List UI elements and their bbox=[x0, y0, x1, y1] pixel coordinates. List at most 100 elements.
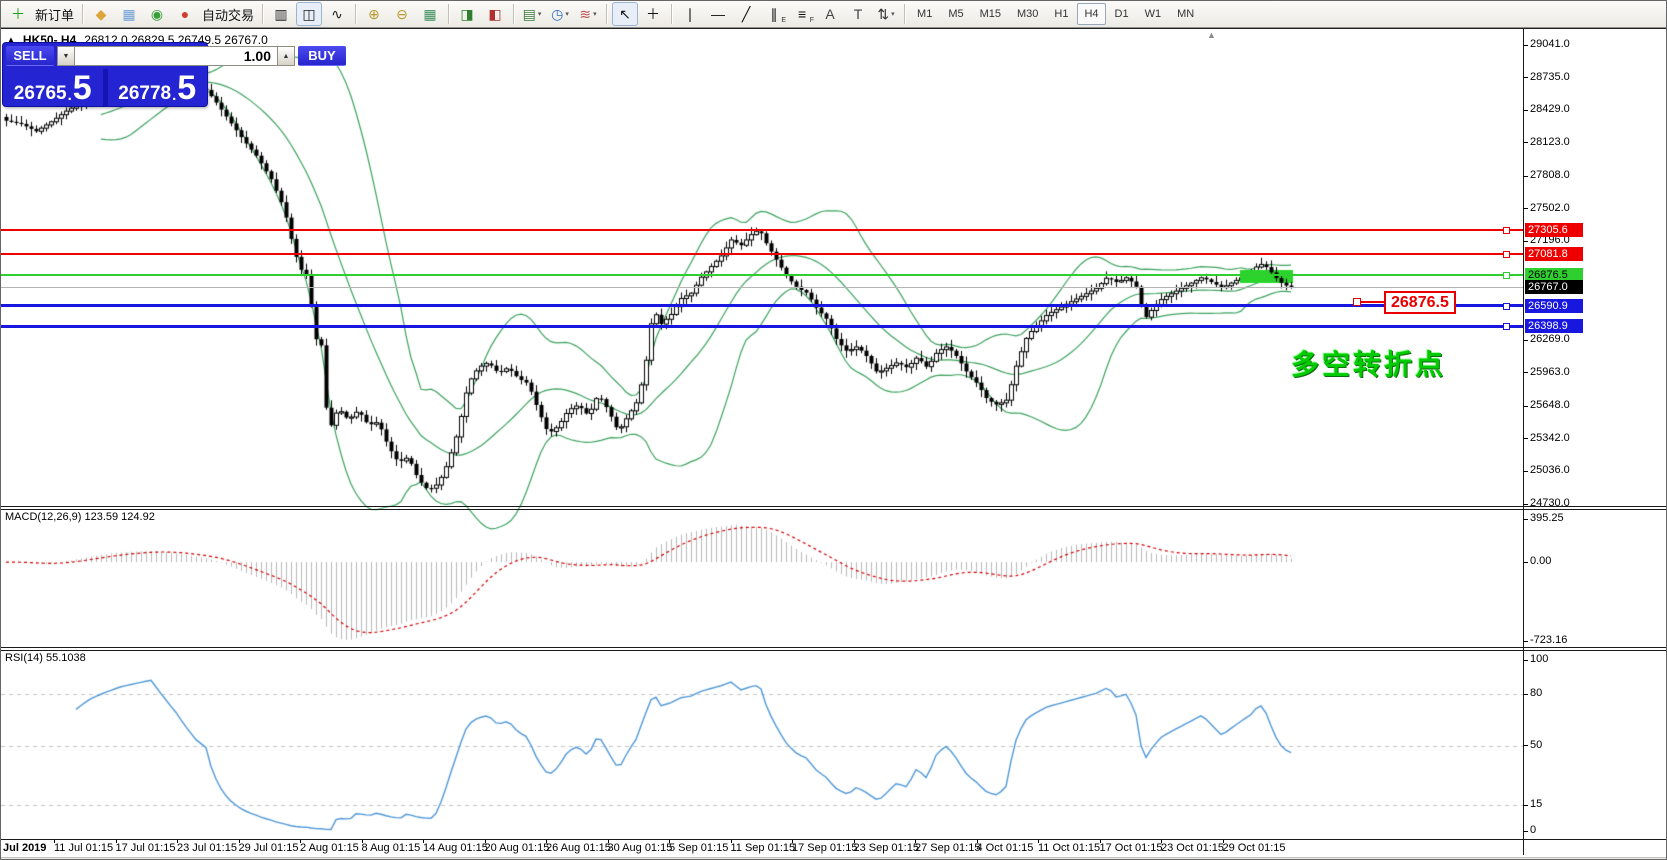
resistance-line-1-handle[interactable] bbox=[1503, 227, 1510, 234]
price-axis-label: 25342.0 bbox=[1530, 432, 1570, 444]
panel-separator[interactable] bbox=[1, 506, 1667, 507]
volume-decrease-button[interactable]: ▼ bbox=[57, 46, 75, 66]
market-watch-icon[interactable]: ◆ bbox=[88, 2, 114, 26]
support-line-2-handle[interactable] bbox=[1503, 323, 1510, 330]
price-callout-label[interactable]: 26876.5 bbox=[1384, 291, 1456, 314]
price-axis-line[interactable] bbox=[1523, 29, 1524, 855]
support-line-1[interactable] bbox=[1, 304, 1523, 307]
new-order-button[interactable]: ＋ bbox=[5, 2, 31, 26]
indicators-button[interactable]: ≋▾ bbox=[575, 2, 601, 26]
cursor-button[interactable]: ↖ bbox=[612, 2, 638, 26]
tile-windows-button[interactable]: ▦ bbox=[417, 2, 443, 26]
toolbar-separator bbox=[355, 4, 356, 24]
resistance-line-2[interactable] bbox=[1, 253, 1523, 255]
new-chart-button[interactable]: ▤▾ bbox=[519, 2, 545, 26]
autotrading-icon: ● bbox=[181, 7, 189, 21]
macd-axis-label: -723.16 bbox=[1530, 634, 1567, 646]
vertical-line-button[interactable]: ∣ bbox=[677, 2, 703, 26]
auto-scroll-button[interactable]: ◨ bbox=[454, 2, 480, 26]
support-line-1-handle[interactable] bbox=[1503, 303, 1510, 310]
date-axis-label: 17 Sep 01:15 bbox=[792, 842, 857, 854]
horizontal-line-button[interactable]: ― bbox=[705, 2, 731, 26]
timeframe-m15[interactable]: M15 bbox=[973, 3, 1008, 25]
support-line-2[interactable] bbox=[1, 325, 1523, 328]
volume-increase-button[interactable]: ▲ bbox=[277, 46, 295, 66]
date-axis-label: 23 Sep 01:15 bbox=[854, 842, 919, 854]
resistance-line-2-handle[interactable] bbox=[1503, 251, 1510, 258]
new-order-button-label[interactable]: 新订单 bbox=[35, 5, 74, 24]
callout-anchor-square bbox=[1353, 298, 1361, 306]
indicators-icon: ≋ bbox=[579, 7, 591, 21]
date-axis-tick bbox=[854, 840, 855, 843]
equidistant-channel-button[interactable]: ∥E bbox=[761, 2, 787, 26]
rsi-axis-label: 100 bbox=[1530, 653, 1548, 665]
panel-separator[interactable] bbox=[1, 650, 1667, 651]
bar-chart-button[interactable]: ▥ bbox=[268, 2, 294, 26]
price-axis-tick bbox=[1523, 438, 1528, 439]
strategy-tester-icon-icon: ◉ bbox=[151, 7, 163, 21]
candlestick-chart-button[interactable]: ◫ bbox=[296, 2, 322, 26]
zoom-out-button[interactable]: ⊖ bbox=[389, 2, 415, 26]
zoom-in-button[interactable]: ⊕ bbox=[361, 2, 387, 26]
text-label-button[interactable]: T bbox=[845, 2, 871, 26]
price-axis-tick bbox=[1523, 340, 1528, 341]
trendline-button[interactable]: ╱ bbox=[733, 2, 759, 26]
date-axis-label: 14 Aug 01:15 bbox=[423, 842, 488, 854]
trendline-icon: ╱ bbox=[742, 7, 750, 21]
pivot-line[interactable] bbox=[1, 274, 1523, 276]
text-icon: A bbox=[825, 7, 834, 21]
buy-button[interactable]: BUY bbox=[298, 46, 346, 66]
date-axis-label: 23 Jul 01:15 bbox=[177, 842, 237, 854]
buy-price-display[interactable]: 26778 . 5 bbox=[103, 69, 208, 106]
volume-input[interactable] bbox=[75, 46, 277, 66]
strategy-tester-icon[interactable]: ◉ bbox=[144, 2, 170, 26]
price-chart-canvas[interactable] bbox=[1, 29, 1667, 860]
sell-price-display[interactable]: 26765 . 5 bbox=[3, 69, 103, 106]
pivot-line-handle[interactable] bbox=[1503, 272, 1510, 279]
date-axis-label: 2 Aug 01:15 bbox=[300, 842, 359, 854]
panel-separator[interactable] bbox=[1, 839, 1667, 840]
text-button[interactable]: A bbox=[817, 2, 843, 26]
date-axis-tick bbox=[54, 840, 55, 843]
equidistant-channel-icon: ∥ bbox=[771, 7, 778, 21]
profiles-button[interactable]: ◷▾ bbox=[547, 2, 573, 26]
timeframe-d1[interactable]: D1 bbox=[1108, 3, 1136, 25]
crosshair-icon: ＋ bbox=[646, 7, 660, 21]
arrows-button[interactable]: ⇅▾ bbox=[873, 2, 899, 26]
price-axis-tick bbox=[1523, 504, 1528, 505]
line-chart-icon: ∿ bbox=[331, 7, 343, 21]
resistance-line-1[interactable] bbox=[1, 229, 1523, 231]
price-axis-label: 28735.0 bbox=[1530, 71, 1570, 83]
buy-price-frac: 5 bbox=[177, 75, 196, 103]
date-axis-tick bbox=[239, 840, 240, 843]
timeframe-m5[interactable]: M5 bbox=[941, 3, 970, 25]
chart-shift-button[interactable]: ◧ bbox=[482, 2, 508, 26]
support-line-2-price-label: 26398.9 bbox=[1525, 319, 1583, 333]
crosshair-button[interactable]: ＋ bbox=[640, 2, 666, 26]
line-chart-button[interactable]: ∿ bbox=[324, 2, 350, 26]
data-window-icon[interactable]: ▦ bbox=[116, 2, 142, 26]
macd-axis-label: 395.25 bbox=[1530, 512, 1564, 524]
timeframe-h1[interactable]: H1 bbox=[1047, 3, 1075, 25]
autotrading-button[interactable]: ● bbox=[172, 2, 198, 26]
timeframe-h4[interactable]: H4 bbox=[1077, 3, 1105, 25]
resistance-line-2-price-label: 27081.8 bbox=[1525, 247, 1583, 261]
fibonacci-button[interactable]: ≡F bbox=[789, 2, 815, 26]
timeframe-m30[interactable]: M30 bbox=[1010, 3, 1045, 25]
rsi-axis-tick bbox=[1523, 745, 1528, 746]
timeframe-m1[interactable]: M1 bbox=[910, 3, 939, 25]
date-axis-tick bbox=[177, 840, 178, 843]
timeframe-mn[interactable]: MN bbox=[1170, 3, 1201, 25]
date-axis-tick bbox=[116, 840, 117, 843]
panel-separator[interactable] bbox=[1, 509, 1667, 510]
date-axis-tick bbox=[1161, 840, 1162, 843]
turning-point-text[interactable]: 多空转折点 bbox=[1291, 343, 1446, 383]
sell-price-frac: 5 bbox=[73, 75, 92, 103]
sell-button[interactable]: SELL bbox=[6, 46, 54, 66]
date-axis-label: 4 Oct 01:15 bbox=[977, 842, 1034, 854]
autotrading-button-label[interactable]: 自动交易 bbox=[202, 5, 254, 24]
fibonacci-icon: ≡ bbox=[798, 7, 806, 21]
panel-separator[interactable] bbox=[1, 647, 1667, 648]
date-axis-label: 23 Oct 01:15 bbox=[1161, 842, 1224, 854]
timeframe-w1[interactable]: W1 bbox=[1138, 3, 1169, 25]
